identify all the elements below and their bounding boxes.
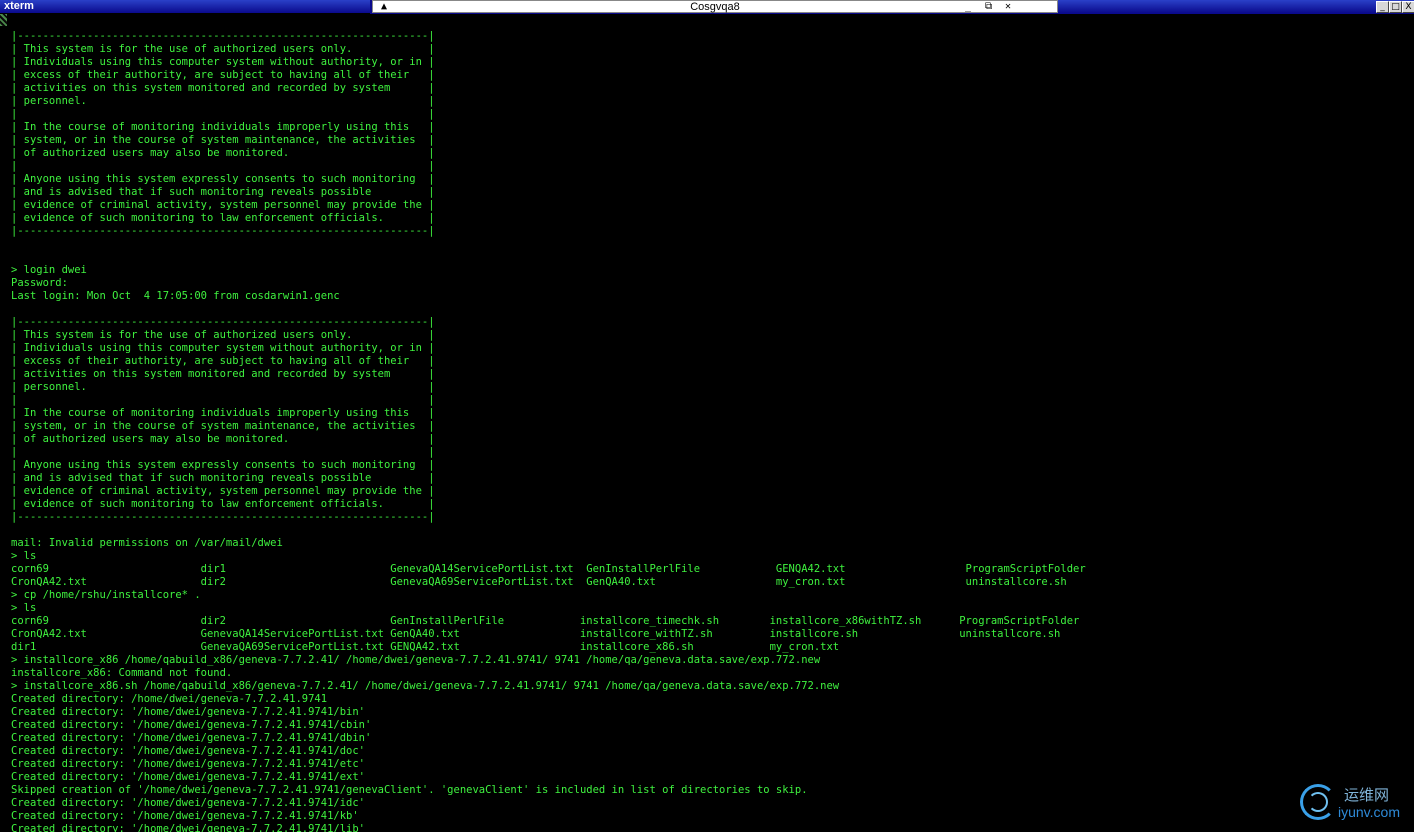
terminal-line: | excess of their authority, are subject…	[11, 355, 435, 367]
terminal-line: | |	[11, 446, 435, 458]
window-title-xterm: xterm	[4, 0, 34, 12]
terminal-line: | and is advised that if such monitoring…	[11, 472, 435, 484]
terminal-line: > installcore_x86.sh /home/qabuild_x86/g…	[11, 680, 840, 692]
terminal-line: mail: Invalid permissions on /var/mail/d…	[11, 537, 283, 549]
terminal-line: | Individuals using this computer system…	[11, 56, 435, 68]
terminal-line: Password:	[11, 277, 68, 289]
terminal-line: | system, or in the course of system mai…	[11, 420, 435, 432]
terminal-line: | of authorized users may also be monito…	[11, 433, 435, 445]
terminal-line: > installcore_x86 /home/qabuild_x86/gene…	[11, 654, 821, 666]
terminal-line: | |	[11, 394, 435, 406]
terminal-line: > login dwei	[11, 264, 87, 276]
terminal-line: | activities on this system monitored an…	[11, 82, 435, 94]
terminal-line: CronQA42.txt dir2 GenevaQA69ServicePortL…	[11, 576, 1067, 588]
watermark-logo: 运维网 iyunv.com	[1298, 782, 1408, 828]
terminal-line: > ls	[11, 550, 37, 562]
terminal-line: |---------------------------------------…	[11, 316, 435, 328]
outer-minimize-button[interactable]: _	[1376, 1, 1389, 13]
minimize-button[interactable]: _	[965, 1, 971, 13]
terminal-line: Created directory: '/home/dwei/geneva-7.…	[11, 771, 366, 783]
terminal-line: | In the course of monitoring individual…	[11, 121, 435, 133]
terminal-line: Created directory: '/home/dwei/geneva-7.…	[11, 732, 372, 744]
restore-button[interactable]: ⧉	[985, 1, 992, 13]
terminal-line: Created directory: '/home/dwei/geneva-7.…	[11, 706, 366, 718]
terminal-line: | Individuals using this computer system…	[11, 342, 435, 354]
window-title-session: Cosgvqa8	[690, 1, 740, 13]
close-button[interactable]: ✕	[1005, 1, 1011, 13]
terminal-line: | |	[11, 160, 435, 172]
terminal-line: | evidence of such monitoring to law enf…	[11, 212, 435, 224]
outer-window-controls: _ □ X	[1058, 0, 1414, 13]
terminal-line: | |	[11, 108, 435, 120]
terminal-line: | In the course of monitoring individual…	[11, 407, 435, 419]
terminal-line: | evidence of such monitoring to law enf…	[11, 498, 435, 510]
terminal-line: | personnel. |	[11, 95, 435, 107]
terminal-line: Created directory: '/home/dwei/geneva-7.…	[11, 758, 366, 770]
terminal-line: | evidence of criminal activity, system …	[11, 485, 435, 497]
watermark-cn-text: 运维网	[1344, 786, 1390, 804]
logo-inner-ring-icon	[1308, 792, 1328, 812]
watermark-en-text: iyunv.com	[1338, 804, 1400, 820]
terminal-line: Created directory: '/home/dwei/geneva-7.…	[11, 823, 366, 832]
outer-maximize-button[interactable]: □	[1389, 1, 1402, 13]
session-title-bar[interactable]: ▲ Cosgvqa8 _ ⧉ ✕	[372, 0, 1058, 13]
terminal-line: corn69 dir2 GenInstallPerlFile installco…	[11, 615, 1080, 627]
terminal-line: | This system is for the use of authoriz…	[11, 43, 435, 55]
terminal-line: Created directory: /home/dwei/geneva-7.7…	[11, 693, 328, 705]
terminal-line: Skipped creation of '/home/dwei/geneva-7…	[11, 784, 808, 796]
title-bar: xterm ▲ Cosgvqa8 _ ⧉ ✕ _ □ X	[0, 0, 1414, 14]
terminal-line: Created directory: '/home/dwei/geneva-7.…	[11, 797, 366, 809]
terminal-line: corn69 dir1 GenevaQA14ServicePortList.tx…	[11, 563, 1086, 575]
xterm-title-tab[interactable]: xterm	[0, 0, 370, 14]
terminal-line: | activities on this system monitored an…	[11, 368, 435, 380]
terminal-line: installcore_x86: Command not found.	[11, 667, 233, 679]
terminal-line: | excess of their authority, are subject…	[11, 69, 435, 81]
terminal-line: | personnel. |	[11, 381, 435, 393]
terminal-line: | Anyone using this system expressly con…	[11, 459, 435, 471]
terminal-line: Created directory: '/home/dwei/geneva-7.…	[11, 745, 366, 757]
terminal-line: dir1 GenevaQA69ServicePortList.txt GENQA…	[11, 641, 840, 653]
terminal-line: | evidence of criminal activity, system …	[11, 199, 435, 211]
terminal-line: CronQA42.txt GenevaQA14ServicePortList.t…	[11, 628, 1061, 640]
outer-close-button[interactable]: X	[1402, 1, 1414, 13]
terminal-output[interactable]: |---------------------------------------…	[11, 30, 1401, 832]
terminal-line: > cp /home/rshu/installcore* .	[11, 589, 201, 601]
terminal-line: | This system is for the use of authoriz…	[11, 329, 435, 341]
terminal-line: Last login: Mon Oct 4 17:05:00 from cosd…	[11, 290, 340, 302]
terminal-line: > ls	[11, 602, 37, 614]
terminal-line: | Anyone using this system expressly con…	[11, 173, 435, 185]
terminal-line: Created directory: '/home/dwei/geneva-7.…	[11, 810, 359, 822]
terminal-line: | and is advised that if such monitoring…	[11, 186, 435, 198]
terminal-line: | of authorized users may also be monito…	[11, 147, 435, 159]
terminal-line: |---------------------------------------…	[11, 225, 435, 237]
resize-grip-icon[interactable]	[0, 14, 7, 26]
terminal-line: |---------------------------------------…	[11, 30, 435, 42]
terminal-line: | system, or in the course of system mai…	[11, 134, 435, 146]
terminal-line: |---------------------------------------…	[11, 511, 435, 523]
terminal-line: Created directory: '/home/dwei/geneva-7.…	[11, 719, 372, 731]
